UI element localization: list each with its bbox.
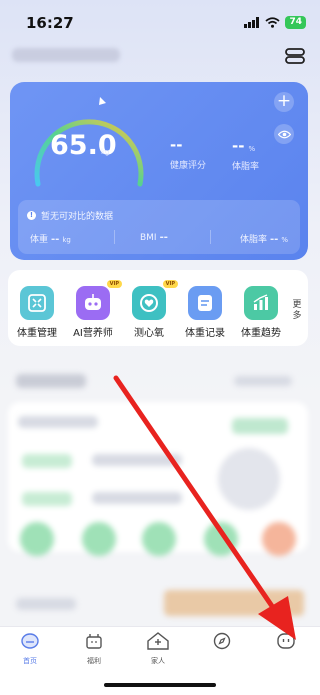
tab-profile[interactable] [256, 632, 316, 656]
battery-indicator: 74 [285, 16, 306, 29]
feature-weight-management[interactable]: 体重管理 [8, 286, 66, 339]
info-icon: ! [27, 211, 36, 220]
tab-label: 福利 [87, 657, 101, 665]
bottom-tab-bar: 首页 福利 家人 [0, 626, 320, 695]
feature-label: AI营养师 [73, 328, 113, 339]
visibility-toggle-button[interactable] [274, 124, 294, 144]
home-icon [21, 633, 39, 649]
robot-icon: VIP [76, 280, 122, 320]
profile-face-icon [277, 633, 295, 649]
tab-family[interactable]: 家人 [128, 632, 188, 666]
wifi-icon [265, 17, 281, 28]
status-bar: 16:27 74 [0, 0, 320, 44]
blurred-content [0, 358, 320, 620]
feature-weight-record[interactable]: 体重记录 [176, 286, 234, 339]
feature-label: 体重管理 [17, 328, 57, 339]
health-score: -- 健康评分 [170, 136, 206, 171]
tab-home[interactable]: 首页 [0, 632, 60, 666]
family-icon [147, 632, 169, 650]
gauge-pointer [99, 97, 106, 105]
body-fat-label: 体脂率 [232, 162, 260, 172]
health-score-label: 健康评分 [170, 161, 207, 171]
record-icon [188, 286, 222, 320]
feature-label: 体重记录 [185, 328, 225, 339]
body-fat-unit: % [248, 145, 256, 153]
menu-toggle-icon[interactable] [284, 46, 306, 66]
feature-label: 体重趋势 [241, 328, 281, 339]
divider [210, 230, 211, 244]
feature-heart-oxygen[interactable]: VIP 测心氧 [120, 280, 178, 339]
trend-chart-icon [244, 286, 278, 320]
scale-icon [20, 286, 54, 320]
more-features-link[interactable]: 更多 [292, 300, 302, 322]
tab-label: 家人 [151, 657, 165, 665]
heart-oxygen-icon: VIP [132, 280, 178, 320]
compass-icon [213, 632, 231, 650]
tab-label: 首页 [23, 657, 37, 665]
signal-icon [244, 17, 260, 28]
feature-label: 测心氧 [134, 328, 164, 339]
tab-discover[interactable] [192, 632, 252, 656]
feature-shortcuts: 体重管理 VIP AI营养师 VIP 测心氧 体重记录 体重趋势 更多 [8, 270, 308, 346]
compare-body-fat: 体脂率 --% [240, 234, 288, 245]
eye-icon [277, 130, 291, 138]
comparison-note: ! 暂无可对比的数据 [27, 209, 113, 222]
health-score-value: -- [170, 136, 183, 154]
gift-icon [86, 634, 102, 649]
weight-unit: kg [101, 148, 110, 156]
add-record-button[interactable]: + [274, 92, 294, 112]
feature-ai-nutritionist[interactable]: VIP AI营养师 [64, 280, 122, 339]
blurred-username [12, 48, 120, 62]
compare-weight: 体重 -- kg [30, 234, 71, 245]
compare-bmi: BMI -- [139, 232, 168, 243]
home-indicator [104, 683, 216, 687]
status-icons: 74 [244, 16, 306, 29]
tab-welfare[interactable]: 福利 [64, 632, 124, 666]
body-fat-value: -- [232, 137, 245, 155]
comparison-panel: ! 暂无可对比的数据 体重 -- kg BMI -- 体脂率 --% [18, 200, 300, 254]
feature-weight-trend[interactable]: 体重趋势 [232, 286, 290, 339]
body-fat: --% 体脂率 [232, 136, 259, 172]
divider [114, 230, 115, 244]
weight-value: 65.0 [50, 130, 117, 161]
weight-summary-card[interactable]: 65.0 kg -- 健康评分 --% 体脂率 + ! 暂无可对比的数据 体重 -… [10, 82, 308, 260]
comparison-note-text: 暂无可对比的数据 [41, 212, 114, 222]
comparison-row: 体重 -- kg BMI -- 体脂率 --% [18, 232, 300, 245]
status-time: 16:27 [26, 14, 74, 32]
